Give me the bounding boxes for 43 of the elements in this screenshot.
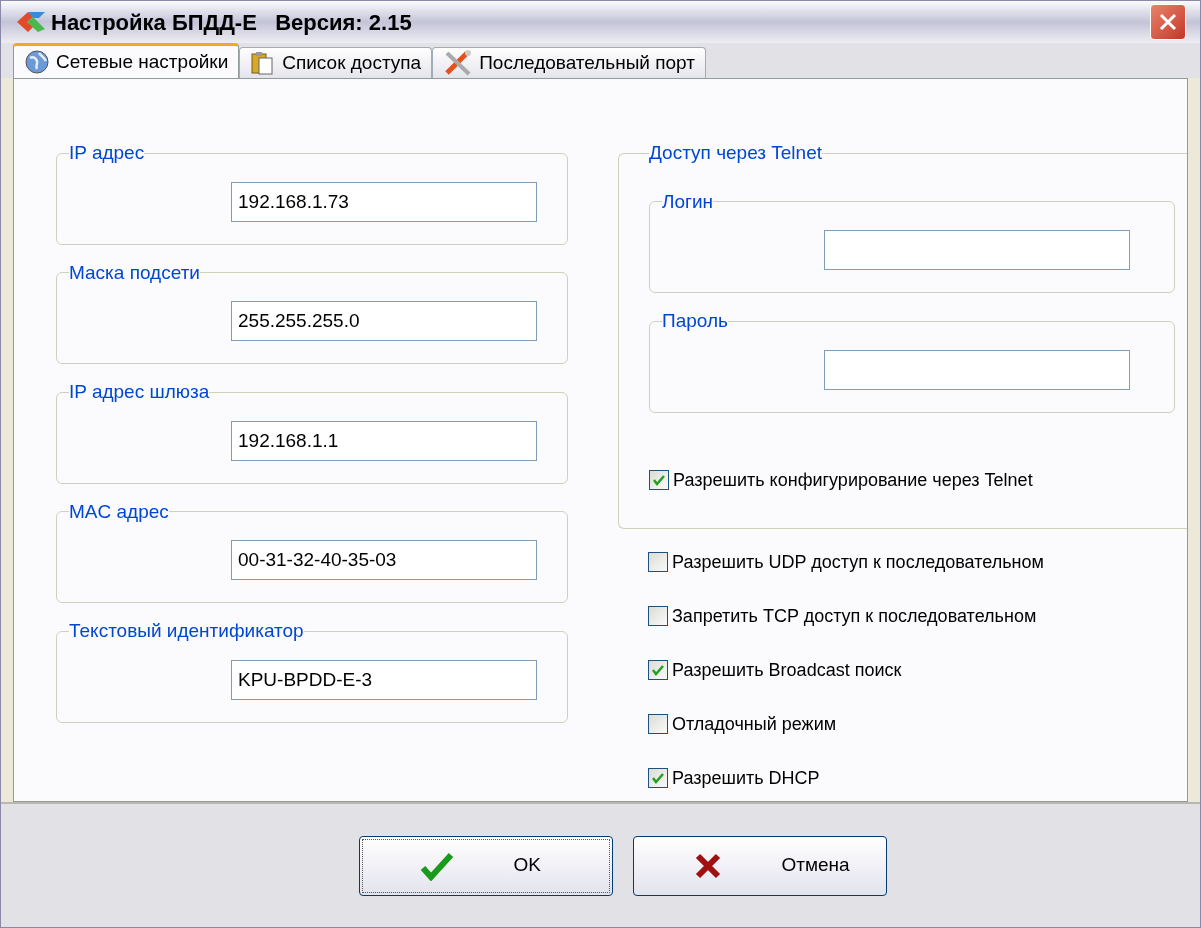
check-icon — [651, 771, 665, 785]
checkbox-label: Запретить TCP доступ к последовательном — [672, 604, 1037, 628]
checkmark-icon — [419, 850, 454, 881]
group-label: Пароль — [662, 310, 728, 331]
input-field[interactable] — [824, 349, 1130, 390]
group-label: IP адрес шлюза — [69, 381, 210, 402]
input-field[interactable]: 192.168.1.1 — [231, 420, 537, 461]
ok-button[interactable]: OK — [358, 835, 613, 896]
group-label: Логин — [662, 190, 714, 212]
window-title: Настройка БПДД-Е Версия: 2.15 — [51, 8, 412, 37]
close-button[interactable] — [1150, 4, 1186, 40]
group-label: IP адрес — [69, 142, 145, 163]
input-field[interactable]: 255.255.255.0 — [231, 301, 537, 341]
group-label: Текстовый идентификатор — [69, 620, 304, 641]
globe-icon — [24, 49, 50, 75]
input-field[interactable]: 192.168.1.73 — [231, 181, 537, 222]
checkbox-label: Разрешить Broadcast поиск — [672, 658, 902, 682]
checkbox-label: Разрешить конфигурирование через Telnet — [673, 468, 1033, 492]
group-label: MAC адрес — [69, 500, 169, 522]
tools-icon — [443, 49, 474, 77]
app-logo-icon — [15, 9, 47, 35]
input-field[interactable]: 00-31-32-40-35-03 — [231, 540, 537, 580]
checkbox[interactable] — [648, 660, 668, 680]
input-field[interactable]: KPU-BPDD-E-3 — [231, 659, 537, 700]
checkbox[interactable] — [649, 470, 669, 490]
group-label: Доступ через Telnet — [649, 142, 822, 163]
cancel-button[interactable]: Отмена — [632, 835, 887, 896]
checkbox[interactable] — [648, 606, 668, 626]
checkbox[interactable] — [648, 768, 668, 788]
checkbox[interactable] — [648, 552, 668, 572]
cross-icon — [693, 851, 722, 880]
tab[interactable]: Список доступа — [239, 47, 433, 78]
checkbox-label: Отладочный режим — [672, 712, 837, 736]
checkbox-label: Разрешить DHCP — [672, 766, 820, 790]
check-icon — [651, 663, 665, 677]
check-icon — [652, 473, 666, 487]
input-field[interactable] — [824, 230, 1130, 270]
checkbox[interactable] — [648, 714, 668, 734]
close-icon — [1158, 12, 1178, 32]
tab[interactable]: Последовательный порт — [432, 47, 706, 78]
tab[interactable]: Сетевые настройки — [13, 43, 240, 78]
group-label: Маска подсети — [69, 261, 200, 283]
checkbox-label: Разрешить UDP доступ к последовательном — [672, 550, 1044, 574]
